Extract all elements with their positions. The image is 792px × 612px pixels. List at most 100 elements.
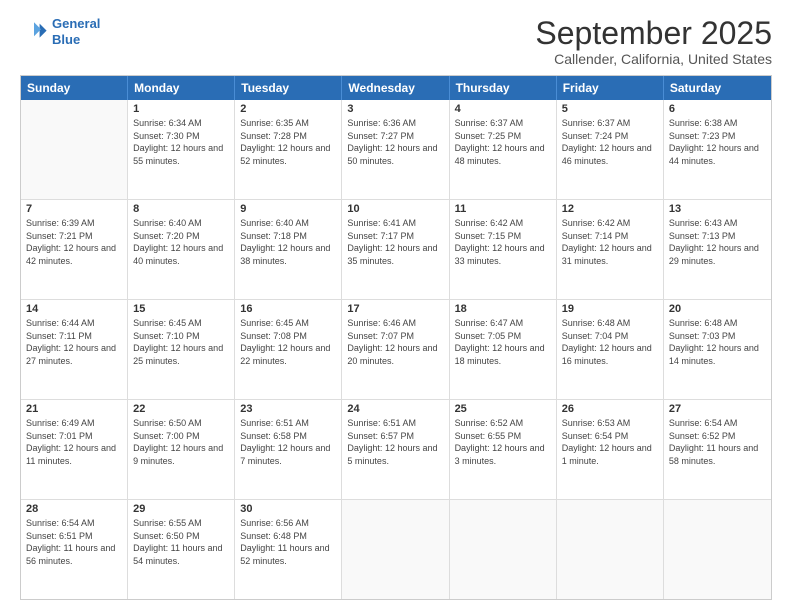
cal-cell-r4-c0: 28 Sunrise: 6:54 AMSunset: 6:51 PMDayligh… — [21, 500, 128, 599]
cell-info: Sunrise: 6:41 AMSunset: 7:17 PMDaylight:… — [347, 217, 443, 267]
cell-info: Sunrise: 6:42 AMSunset: 7:15 PMDaylight:… — [455, 217, 551, 267]
day-number: 3 — [347, 103, 443, 115]
day-number: 10 — [347, 203, 443, 215]
cal-cell-r4-c3 — [342, 500, 449, 599]
cell-info: Sunrise: 6:40 AMSunset: 7:18 PMDaylight:… — [240, 217, 336, 267]
cell-info: Sunrise: 6:52 AMSunset: 6:55 PMDaylight:… — [455, 417, 551, 467]
day-number: 19 — [562, 303, 658, 315]
day-number: 17 — [347, 303, 443, 315]
cal-cell-r0-c5: 5 Sunrise: 6:37 AMSunset: 7:24 PMDaylight… — [557, 100, 664, 199]
calendar-header: Sunday Monday Tuesday Wednesday Thursday… — [21, 76, 771, 100]
cell-info: Sunrise: 6:43 AMSunset: 7:13 PMDaylight:… — [669, 217, 766, 267]
day-number: 22 — [133, 403, 229, 415]
cell-info: Sunrise: 6:35 AMSunset: 7:28 PMDaylight:… — [240, 117, 336, 167]
day-number: 14 — [26, 303, 122, 315]
cell-info: Sunrise: 6:50 AMSunset: 7:00 PMDaylight:… — [133, 417, 229, 467]
day-number: 18 — [455, 303, 551, 315]
day-number: 8 — [133, 203, 229, 215]
cal-cell-r2-c6: 20 Sunrise: 6:48 AMSunset: 7:03 PMDayligh… — [664, 300, 771, 399]
day-number: 23 — [240, 403, 336, 415]
cell-info: Sunrise: 6:56 AMSunset: 6:48 PMDaylight:… — [240, 517, 336, 567]
cal-cell-r2-c1: 15 Sunrise: 6:45 AMSunset: 7:10 PMDayligh… — [128, 300, 235, 399]
page: General Blue September 2025 Callender, C… — [0, 0, 792, 612]
cell-info: Sunrise: 6:39 AMSunset: 7:21 PMDaylight:… — [26, 217, 122, 267]
day-number: 30 — [240, 503, 336, 515]
cal-cell-r2-c4: 18 Sunrise: 6:47 AMSunset: 7:05 PMDayligh… — [450, 300, 557, 399]
day-number: 1 — [133, 103, 229, 115]
header-sunday: Sunday — [21, 76, 128, 100]
day-number: 15 — [133, 303, 229, 315]
day-number: 12 — [562, 203, 658, 215]
cell-info: Sunrise: 6:38 AMSunset: 7:23 PMDaylight:… — [669, 117, 766, 167]
cell-info: Sunrise: 6:51 AMSunset: 6:58 PMDaylight:… — [240, 417, 336, 467]
logo-line2: Blue — [52, 32, 80, 47]
cal-cell-r3-c4: 25 Sunrise: 6:52 AMSunset: 6:55 PMDayligh… — [450, 400, 557, 499]
header-tuesday: Tuesday — [235, 76, 342, 100]
logo-text: General Blue — [52, 16, 100, 47]
cal-cell-r4-c4 — [450, 500, 557, 599]
day-number: 9 — [240, 203, 336, 215]
cal-cell-r0-c1: 1 Sunrise: 6:34 AMSunset: 7:30 PMDaylight… — [128, 100, 235, 199]
cal-row-3: 21 Sunrise: 6:49 AMSunset: 7:01 PMDayligh… — [21, 400, 771, 500]
cell-info: Sunrise: 6:34 AMSunset: 7:30 PMDaylight:… — [133, 117, 229, 167]
cell-info: Sunrise: 6:53 AMSunset: 6:54 PMDaylight:… — [562, 417, 658, 467]
cell-info: Sunrise: 6:45 AMSunset: 7:08 PMDaylight:… — [240, 317, 336, 367]
cell-info: Sunrise: 6:36 AMSunset: 7:27 PMDaylight:… — [347, 117, 443, 167]
title-block: September 2025 Callender, California, Un… — [535, 16, 772, 67]
day-number: 6 — [669, 103, 766, 115]
cal-cell-r1-c4: 11Sunrise: 6:42 AMSunset: 7:15 PMDayligh… — [450, 200, 557, 299]
header-saturday: Saturday — [664, 76, 771, 100]
cal-cell-r3-c5: 26 Sunrise: 6:53 AMSunset: 6:54 PMDayligh… — [557, 400, 664, 499]
cal-cell-r4-c5 — [557, 500, 664, 599]
cal-cell-r4-c1: 29 Sunrise: 6:55 AMSunset: 6:50 PMDayligh… — [128, 500, 235, 599]
cal-cell-r0-c6: 6 Sunrise: 6:38 AMSunset: 7:23 PMDaylight… — [664, 100, 771, 199]
cal-cell-r0-c4: 4 Sunrise: 6:37 AMSunset: 7:25 PMDaylight… — [450, 100, 557, 199]
cal-row-1: 7 Sunrise: 6:39 AMSunset: 7:21 PMDaylight… — [21, 200, 771, 300]
logo-line1: General — [52, 16, 100, 31]
cell-info: Sunrise: 6:48 AMSunset: 7:04 PMDaylight:… — [562, 317, 658, 367]
cell-info: Sunrise: 6:47 AMSunset: 7:05 PMDaylight:… — [455, 317, 551, 367]
cal-cell-r3-c2: 23 Sunrise: 6:51 AMSunset: 6:58 PMDayligh… — [235, 400, 342, 499]
cell-info: Sunrise: 6:44 AMSunset: 7:11 PMDaylight:… — [26, 317, 122, 367]
cell-info: Sunrise: 6:40 AMSunset: 7:20 PMDaylight:… — [133, 217, 229, 267]
cell-info: Sunrise: 6:48 AMSunset: 7:03 PMDaylight:… — [669, 317, 766, 367]
day-number: 29 — [133, 503, 229, 515]
day-number: 16 — [240, 303, 336, 315]
header-monday: Monday — [128, 76, 235, 100]
cal-cell-r2-c5: 19 Sunrise: 6:48 AMSunset: 7:04 PMDayligh… — [557, 300, 664, 399]
cell-info: Sunrise: 6:45 AMSunset: 7:10 PMDaylight:… — [133, 317, 229, 367]
cell-info: Sunrise: 6:54 AMSunset: 6:52 PMDaylight:… — [669, 417, 766, 467]
cell-info: Sunrise: 6:49 AMSunset: 7:01 PMDaylight:… — [26, 417, 122, 467]
day-number: 5 — [562, 103, 658, 115]
cal-cell-r0-c0 — [21, 100, 128, 199]
day-number: 4 — [455, 103, 551, 115]
cal-cell-r2-c3: 17 Sunrise: 6:46 AMSunset: 7:07 PMDayligh… — [342, 300, 449, 399]
day-number: 25 — [455, 403, 551, 415]
cal-cell-r1-c2: 9 Sunrise: 6:40 AMSunset: 7:18 PMDaylight… — [235, 200, 342, 299]
day-number: 28 — [26, 503, 122, 515]
day-number: 13 — [669, 203, 766, 215]
cell-info: Sunrise: 6:46 AMSunset: 7:07 PMDaylight:… — [347, 317, 443, 367]
header: General Blue September 2025 Callender, C… — [20, 16, 772, 67]
cell-info: Sunrise: 6:37 AMSunset: 7:25 PMDaylight:… — [455, 117, 551, 167]
cell-info: Sunrise: 6:42 AMSunset: 7:14 PMDaylight:… — [562, 217, 658, 267]
day-number: 26 — [562, 403, 658, 415]
calendar-body: 1 Sunrise: 6:34 AMSunset: 7:30 PMDaylight… — [21, 100, 771, 599]
cell-info: Sunrise: 6:54 AMSunset: 6:51 PMDaylight:… — [26, 517, 122, 567]
cal-cell-r2-c0: 14 Sunrise: 6:44 AMSunset: 7:11 PMDayligh… — [21, 300, 128, 399]
cal-row-2: 14 Sunrise: 6:44 AMSunset: 7:11 PMDayligh… — [21, 300, 771, 400]
cal-cell-r0-c3: 3 Sunrise: 6:36 AMSunset: 7:27 PMDaylight… — [342, 100, 449, 199]
day-number: 7 — [26, 203, 122, 215]
cal-cell-r4-c6 — [664, 500, 771, 599]
cal-row-4: 28 Sunrise: 6:54 AMSunset: 6:51 PMDayligh… — [21, 500, 771, 599]
cal-cell-r3-c6: 27Sunrise: 6:54 AMSunset: 6:52 PMDayligh… — [664, 400, 771, 499]
cell-info: Sunrise: 6:37 AMSunset: 7:24 PMDaylight:… — [562, 117, 658, 167]
day-number: 2 — [240, 103, 336, 115]
cal-cell-r0-c2: 2 Sunrise: 6:35 AMSunset: 7:28 PMDaylight… — [235, 100, 342, 199]
day-number: 21 — [26, 403, 122, 415]
header-thursday: Thursday — [450, 76, 557, 100]
cal-cell-r3-c1: 22 Sunrise: 6:50 AMSunset: 7:00 PMDayligh… — [128, 400, 235, 499]
header-friday: Friday — [557, 76, 664, 100]
day-number: 20 — [669, 303, 766, 315]
cell-info: Sunrise: 6:55 AMSunset: 6:50 PMDaylight:… — [133, 517, 229, 567]
